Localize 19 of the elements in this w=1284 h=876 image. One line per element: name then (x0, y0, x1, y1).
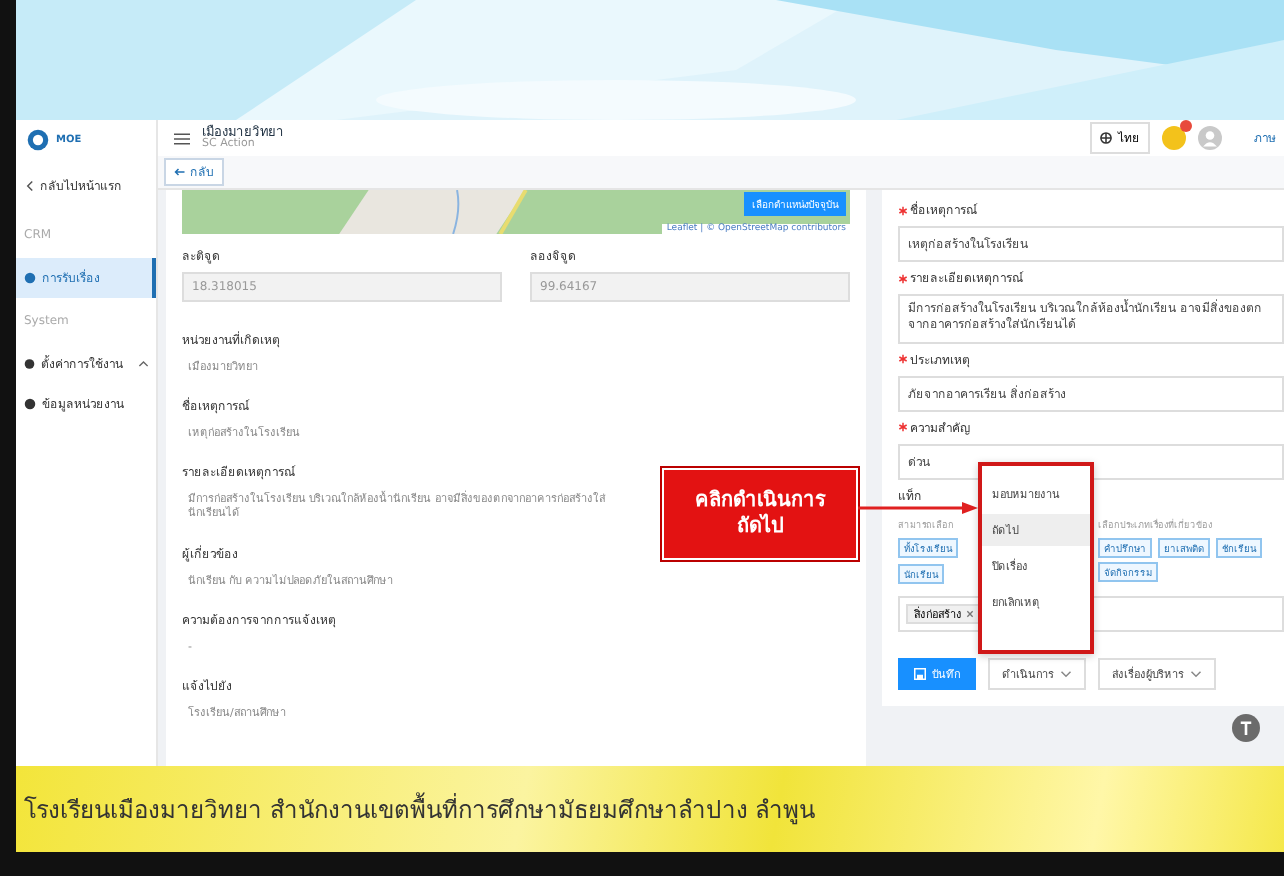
caret-icon (1190, 667, 1202, 680)
required-icon (898, 273, 908, 283)
caret-icon (1060, 667, 1072, 680)
save-icon (914, 667, 926, 680)
globe-icon (1100, 132, 1112, 144)
chevron-left-icon (24, 180, 36, 192)
callout-text: คลิกดำเนินการ (695, 488, 825, 513)
banner-text: โรงเรียนเมืองมายวิทยา สำนักงานเขตพื้นที่การศึกษามัธยมศึกษาลำปาง ลำพูน (24, 790, 816, 828)
menu-icon[interactable] (174, 131, 190, 145)
logo-icon (26, 128, 50, 152)
required-icon (898, 354, 908, 365)
back-to-top-icon[interactable] (1232, 714, 1260, 742)
arrow (858, 502, 978, 514)
notification-icon[interactable] (1162, 126, 1186, 150)
required-icon (898, 205, 908, 215)
required-icon (898, 422, 908, 433)
close-icon[interactable] (966, 609, 974, 618)
arrow-left-icon (174, 166, 186, 178)
callout-text: ถัดไป (737, 514, 783, 540)
